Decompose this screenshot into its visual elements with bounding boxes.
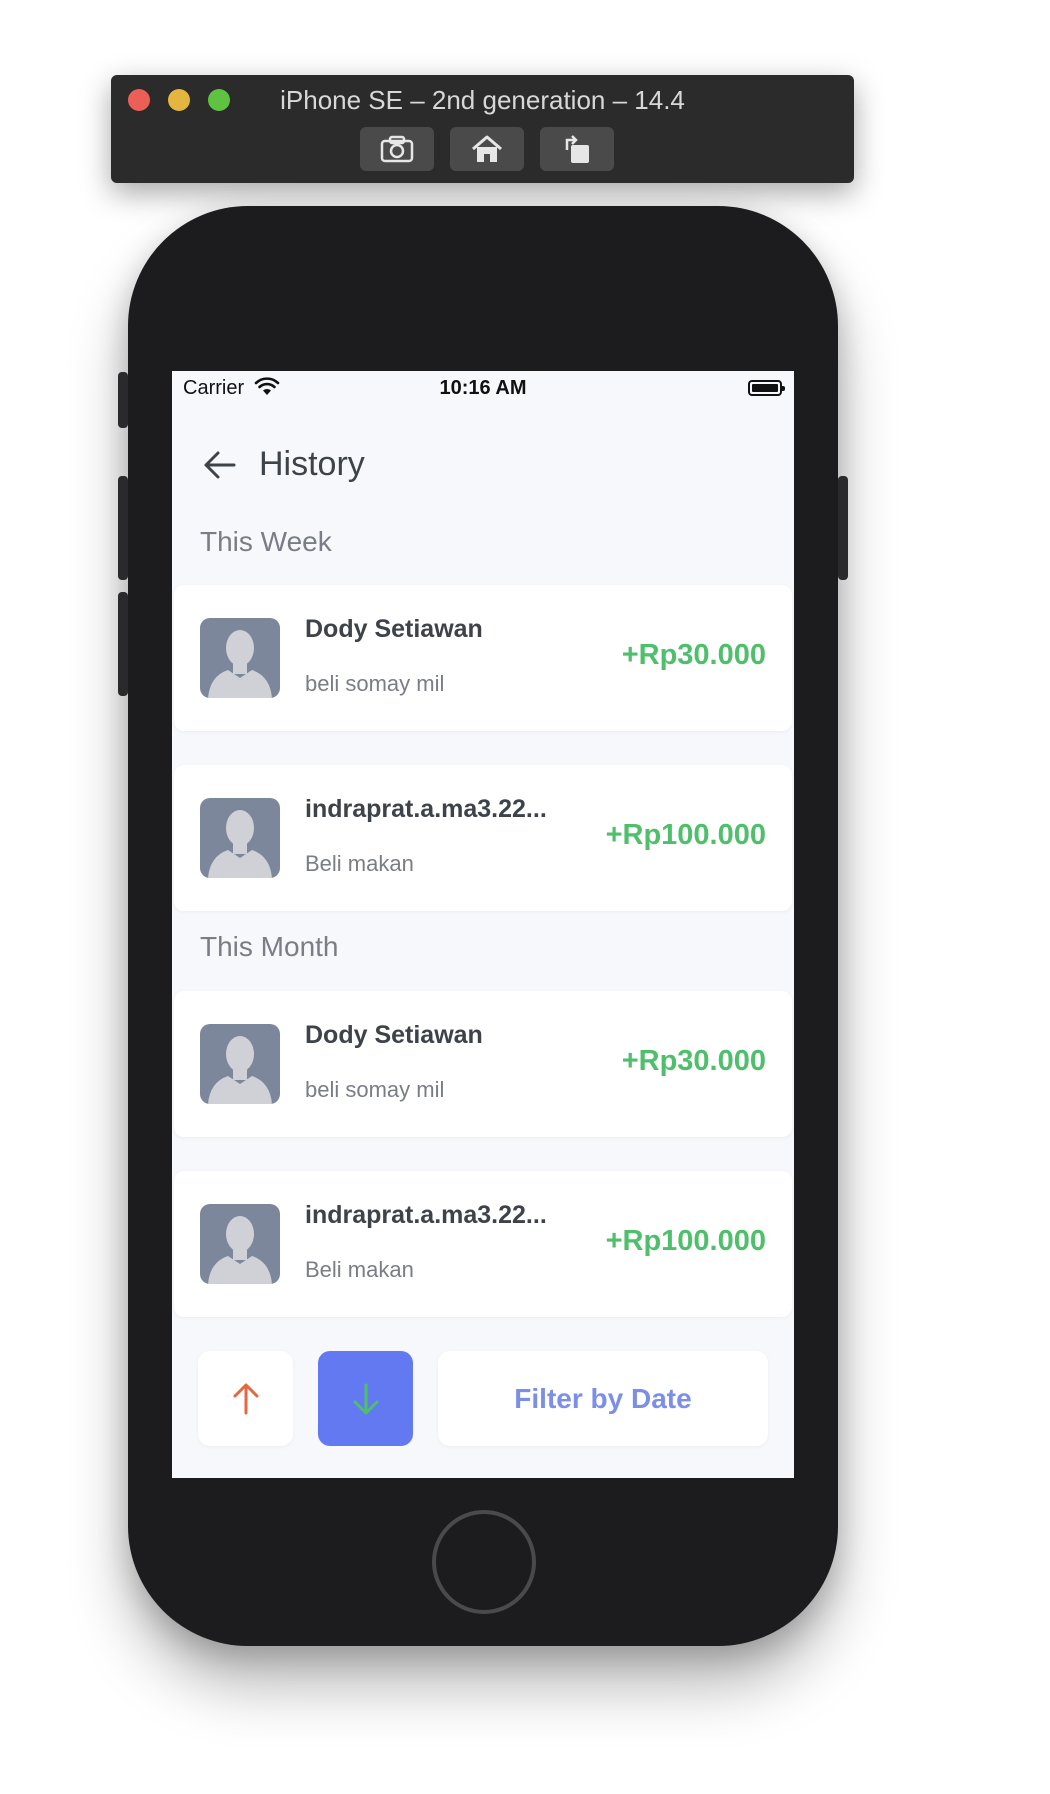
transaction-amount: +Rp100.000 bbox=[605, 819, 766, 851]
transaction-note: beli somay mil bbox=[305, 671, 445, 696]
screenshot-button[interactable] bbox=[360, 127, 434, 171]
transaction-amount: +Rp30.000 bbox=[621, 1045, 766, 1077]
page-title: History bbox=[259, 445, 365, 483]
transaction-name: indraprat.a.ma3.22... bbox=[305, 1201, 547, 1229]
avatar bbox=[200, 1204, 280, 1284]
simulator-title: iPhone SE – 2nd generation – 14.4 bbox=[280, 85, 685, 115]
simulator-toolbar: iPhone SE – 2nd generation – 14.4 bbox=[111, 75, 854, 183]
status-bar: Carrier 10:16 AM bbox=[172, 371, 794, 407]
battery-icon bbox=[748, 380, 785, 396]
arrow-down-icon bbox=[353, 1383, 378, 1414]
transaction-amount: +Rp100.000 bbox=[605, 1225, 766, 1257]
transaction-name: Dody Setiawan bbox=[305, 615, 483, 643]
transaction-card[interactable]: indraprat.a.ma3.22... Beli makan +Rp100.… bbox=[174, 1171, 792, 1317]
user-placeholder-icon bbox=[208, 1216, 272, 1284]
mute-switch bbox=[118, 372, 128, 428]
page-header: History bbox=[172, 437, 794, 493]
avatar bbox=[200, 618, 280, 698]
user-placeholder-icon bbox=[208, 1036, 272, 1104]
filter-bar: Filter by Date bbox=[172, 1345, 794, 1455]
user-placeholder-icon bbox=[208, 810, 272, 878]
transaction-note: Beli makan bbox=[305, 1257, 414, 1282]
home-button-toolbar[interactable] bbox=[450, 127, 524, 171]
volume-down-button bbox=[118, 592, 128, 696]
rotate-icon bbox=[565, 135, 589, 163]
transaction-name: indraprat.a.ma3.22... bbox=[305, 795, 547, 823]
avatar bbox=[200, 1024, 280, 1104]
rotate-button[interactable] bbox=[540, 127, 614, 171]
user-placeholder-icon bbox=[208, 630, 272, 698]
section-title-this-month: This Month bbox=[200, 931, 339, 962]
device-home-button[interactable] bbox=[432, 1510, 536, 1614]
arrow-up-icon bbox=[233, 1383, 258, 1414]
power-button bbox=[838, 476, 848, 580]
transaction-card[interactable]: Dody Setiawan beli somay mil +Rp30.000 bbox=[174, 991, 792, 1137]
camera-icon bbox=[380, 135, 414, 163]
transaction-card[interactable]: Dody Setiawan beli somay mil +Rp30.000 bbox=[174, 585, 792, 731]
filter-by-date-button[interactable]: Filter by Date bbox=[438, 1351, 768, 1446]
status-time: 10:16 AM bbox=[439, 377, 527, 399]
home-icon bbox=[472, 135, 502, 162]
app-screen: Carrier 10:16 AM History This Week Dody … bbox=[172, 371, 794, 1478]
transaction-amount: +Rp30.000 bbox=[621, 639, 766, 671]
transaction-note: beli somay mil bbox=[305, 1077, 445, 1102]
sort-incoming-button[interactable] bbox=[318, 1351, 413, 1446]
volume-up-button bbox=[118, 476, 128, 580]
avatar bbox=[200, 798, 280, 878]
transaction-card[interactable]: indraprat.a.ma3.22... Beli makan +Rp100.… bbox=[174, 765, 792, 911]
transaction-note: Beli makan bbox=[305, 851, 414, 876]
section-title-this-week: This Week bbox=[200, 526, 332, 557]
transaction-name: Dody Setiawan bbox=[305, 1021, 483, 1049]
sort-outgoing-button[interactable] bbox=[198, 1351, 293, 1446]
back-arrow-icon[interactable] bbox=[202, 449, 238, 481]
